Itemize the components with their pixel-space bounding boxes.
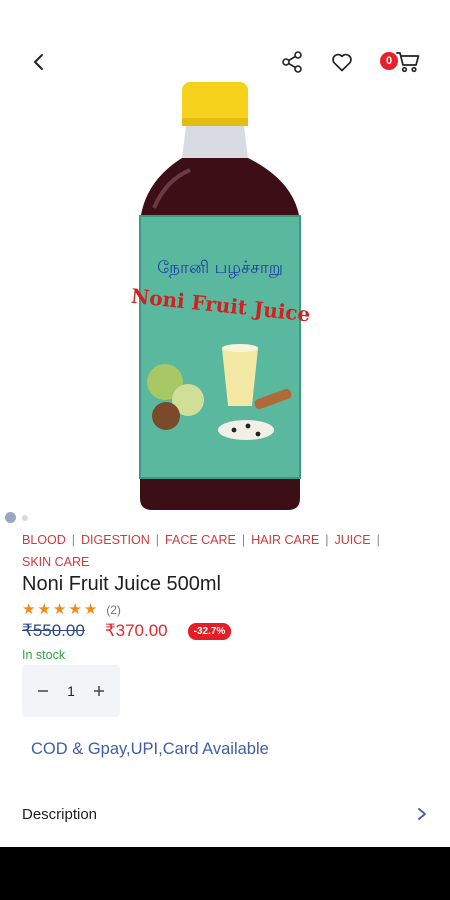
increase-quantity-button[interactable] (88, 680, 110, 702)
share-icon (282, 51, 302, 73)
tag-face-care[interactable]: FACE CARE (165, 533, 236, 547)
plus-icon (93, 686, 104, 696)
cart-count-badge: 0 (380, 52, 398, 70)
payment-info: COD & Gpay,UPI,Card Available (31, 740, 269, 758)
category-tags: BLOOD | DIGESTION | FACE CARE | HAIR CARE | JUIC… (22, 529, 422, 573)
rating-count: (2) (106, 603, 121, 617)
stock-status: In stock (22, 648, 66, 662)
label-tamil-text: நோனி பழச்சாறு (157, 258, 283, 278)
product-rating[interactable]: ★ ★ ★ ★ ★ (2) (22, 602, 121, 618)
carousel-dot[interactable] (22, 514, 28, 521)
tag-skin-care[interactable]: SKIN CARE (22, 555, 89, 569)
back-button[interactable] (17, 40, 61, 84)
tag-separator: | (155, 533, 160, 547)
star-icon: ★ (52, 601, 67, 618)
star-icon: ★ (83, 601, 98, 618)
quantity-value: 1 (67, 683, 75, 699)
product-image[interactable]: நோனி பழச்சாறு Noni Fruit Juice (130, 78, 310, 514)
system-navigation-bar (0, 847, 450, 900)
tag-separator: | (241, 533, 246, 547)
tag-juice[interactable]: JUICE (334, 533, 370, 547)
product-title: Noni Fruit Juice 500ml (22, 573, 221, 595)
tag-hair-care[interactable]: HAIR CARE (251, 533, 319, 547)
price-row: ₹550.00 ₹370.00 -32.7% (22, 621, 232, 641)
chevron-right-icon (418, 808, 426, 820)
back-icon (34, 54, 43, 70)
tag-blood[interactable]: BLOOD (22, 533, 66, 547)
star-icon: ★ (37, 601, 51, 618)
tag-separator: | (71, 533, 76, 547)
discount-badge: -32.7% (187, 622, 232, 640)
carousel-indicator (5, 512, 28, 523)
cart-icon (396, 52, 420, 73)
tag-separator: | (376, 533, 380, 547)
description-label: Description (22, 805, 98, 823)
star-icon: ★ (22, 601, 36, 618)
star-icon: ★ (68, 601, 82, 618)
tag-digestion[interactable]: DIGESTION (81, 533, 150, 547)
sale-price: ₹370.00 (104, 621, 168, 640)
quantity-stepper: 1 (22, 665, 120, 717)
wishlist-button[interactable] (320, 40, 364, 84)
heart-icon (332, 53, 352, 72)
description-row[interactable]: Description (0, 795, 450, 833)
minus-icon (38, 690, 48, 692)
carousel-dot-active[interactable] (5, 512, 16, 523)
original-price: ₹550.00 (22, 621, 85, 640)
decrease-quantity-button[interactable] (32, 680, 54, 702)
cart-button[interactable]: 0 (380, 40, 430, 84)
tag-separator: | (325, 533, 329, 547)
